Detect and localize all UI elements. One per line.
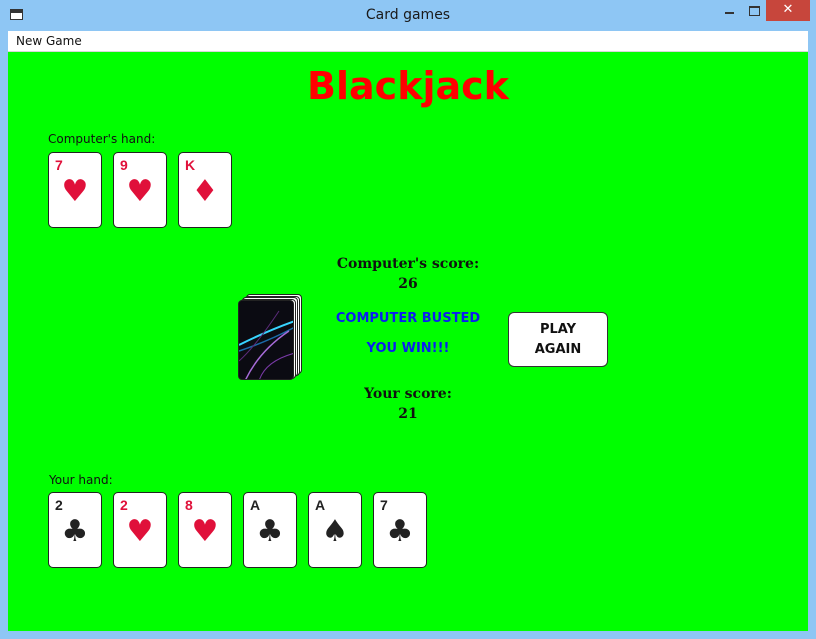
minimize-button[interactable] [716,0,742,21]
playing-card: 7 ♥ [48,152,102,228]
play-again-label: PLAY AGAIN [534,321,582,357]
card-rank: 2 [120,497,128,513]
close-button[interactable] [766,0,810,21]
deck-top-card-back [238,300,294,380]
window-title: Card games [365,7,451,23]
title-bar[interactable]: Card games [0,0,816,31]
clubs-icon: ♣ [386,514,414,549]
your-score-value: 21 [398,406,418,422]
diamonds-icon: ♦ [191,174,219,209]
computer-hand-label: Computer's hand: [48,132,156,146]
hearts-icon: ♥ [191,514,219,549]
card-rank: 7 [380,497,388,513]
playing-card: A ♣ [243,492,297,568]
game-board: Blackjack Computer's hand: 7 ♥ 9 ♥ K ♦ Comput… [8,52,808,631]
playing-card: 2 ♥ [113,492,167,568]
menu-bar: New Game [8,31,808,52]
card-rank: 2 [55,497,63,513]
hearts-icon: ♥ [126,514,154,549]
playing-card: 9 ♥ [113,152,167,228]
card-rank: K [185,157,196,173]
card-back-pattern-icon [239,301,293,379]
card-deck[interactable] [238,294,302,380]
your-score-label: Your score: [364,386,452,402]
your-hand-label: Your hand: [49,473,113,487]
card-rank: A [250,497,261,513]
computer-score-label: Computer's score: [336,256,480,272]
app-window: Card games New Game Blackjack Computer's… [0,0,816,639]
playing-card: 2 ♣ [48,492,102,568]
maximize-button[interactable] [741,0,767,21]
card-rank: A [315,497,326,513]
card-rank: 7 [55,157,63,173]
hearts-icon: ♥ [126,174,154,209]
playing-card: A ♠ [308,492,362,568]
hearts-icon: ♥ [61,174,89,209]
playing-card: 7 ♣ [373,492,427,568]
game-title: Blackjack [307,64,509,108]
menu-new-game[interactable]: New Game [16,34,82,48]
play-again-button[interactable]: PLAY AGAIN [508,312,608,367]
status-result: YOU WIN!!! [366,341,450,356]
spades-icon: ♠ [321,514,349,549]
clubs-icon: ♣ [256,514,284,549]
computer-score-value: 26 [398,276,418,292]
status-busted: COMPUTER BUSTED [335,311,481,326]
clubs-icon: ♣ [61,514,89,549]
playing-card: K ♦ [178,152,232,228]
card-rank: 8 [185,497,193,513]
playing-card: 8 ♥ [178,492,232,568]
card-rank: 9 [120,157,128,173]
